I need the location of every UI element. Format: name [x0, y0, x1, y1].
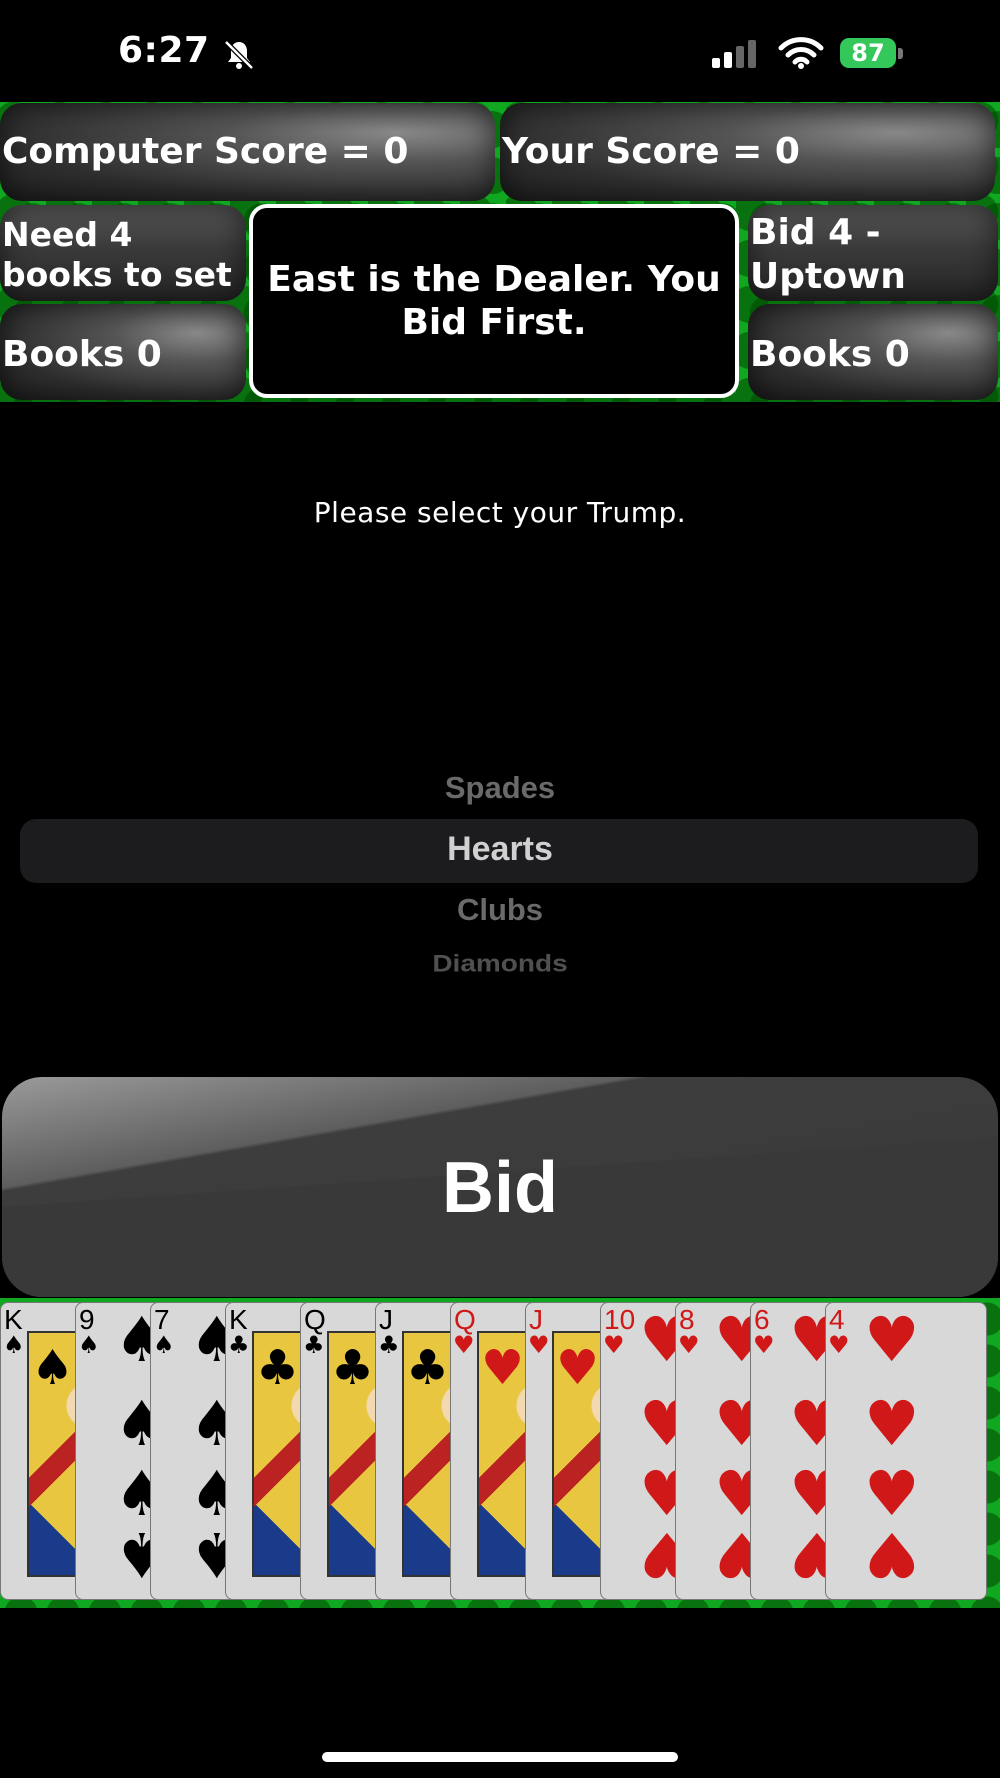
books-needed: Need 4 books to set	[2, 215, 232, 294]
computer-score-panel: Computer Score = 0	[0, 103, 495, 201]
computer-books-panel: Books 0	[0, 304, 246, 400]
card-suit-icon: ♥	[678, 1331, 700, 1359]
card-suit-icon: ♣	[228, 1331, 250, 1359]
card-pip-icon: ♠	[31, 1340, 75, 1396]
card-pip-icon: ♥	[864, 1303, 920, 1376]
bid-info: Bid 4 - Uptown	[750, 212, 906, 297]
card-pip-icon: ♥	[864, 1518, 920, 1591]
computer-books: Books 0	[2, 334, 162, 375]
bell-muted-icon	[224, 40, 254, 70]
picker-option-hearts[interactable]: Hearts	[0, 830, 1000, 869]
card-suit-icon: ♣	[378, 1331, 400, 1359]
trump-prompt: Please select your Trump.	[313, 496, 687, 529]
card-suit-icon: ♣	[303, 1331, 325, 1359]
card-pip-icon: ♥	[864, 1457, 920, 1530]
card-suit-icon: ♥	[453, 1331, 475, 1359]
card-suit-icon: ♥	[828, 1331, 850, 1359]
bid-button[interactable]: Bid	[2, 1077, 998, 1297]
player-books-panel: Books 0	[748, 304, 998, 400]
status-time: 6:27	[118, 30, 210, 71]
card-pip-icon: ♥	[556, 1340, 600, 1396]
player-score: Your Score = 0	[502, 131, 800, 172]
dealer-message: East is the Dealer. You Bid First.	[249, 204, 739, 398]
wifi-icon	[778, 37, 824, 69]
computer-score: Computer Score = 0	[2, 131, 409, 172]
card-suit-icon: ♥	[528, 1331, 550, 1359]
picker-option-clubs[interactable]: Clubs	[0, 892, 1000, 928]
battery-level: 87	[851, 39, 885, 67]
card-suit-icon: ♠	[153, 1331, 175, 1359]
status-bar: 6:27 87	[0, 0, 1000, 102]
picker-option-diamonds[interactable]: Diamonds	[0, 950, 1000, 977]
cellular-signal-icon	[712, 40, 756, 68]
battery-icon: 87	[840, 38, 906, 70]
card-pip-icon: ♣	[331, 1340, 375, 1396]
card-pip-icon: ♥	[864, 1387, 920, 1460]
card-suit-icon: ♥	[753, 1331, 775, 1359]
card-pip-icon: ♣	[406, 1340, 450, 1396]
bid-button-label: Bid	[442, 1148, 558, 1228]
card-suit-icon: ♥	[603, 1331, 625, 1359]
books-needed-panel: Need 4 books to set	[0, 205, 246, 301]
player-score-panel: Your Score = 0	[500, 103, 995, 201]
player-books: Books 0	[750, 334, 910, 375]
playing-card[interactable]: 4 ♥ ♥ ♥ ♥ ♥	[825, 1302, 987, 1600]
card-pip-icon: ♥	[481, 1340, 525, 1396]
picker-option-spades[interactable]: Spades	[0, 770, 1000, 806]
card-suit-icon: ♠	[3, 1331, 25, 1359]
card-suit-icon: ♠	[78, 1331, 100, 1359]
bid-info-panel: Bid 4 - Uptown	[748, 205, 998, 301]
home-indicator[interactable]	[322, 1752, 678, 1762]
card-pip-icon: ♣	[256, 1340, 300, 1396]
